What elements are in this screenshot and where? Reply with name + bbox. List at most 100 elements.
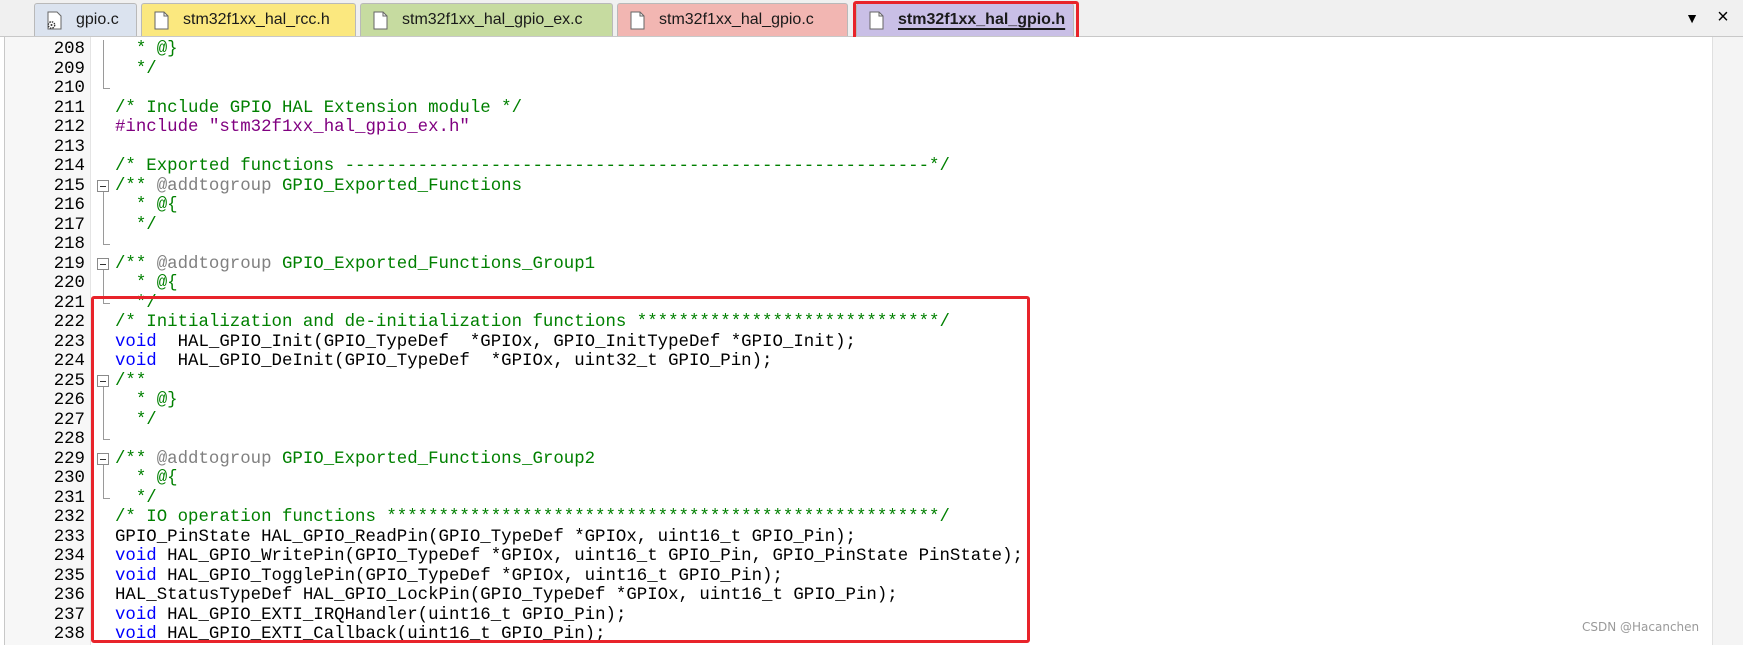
code-token: /* IO operation functions **************… <box>115 508 950 527</box>
code-text: */ <box>115 216 157 236</box>
line-number: 219 <box>53 254 85 274</box>
code-line[interactable]: 225 /** <box>5 372 1705 392</box>
code-text: void HAL_GPIO_DeInit(GPIO_TypeDef *GPIOx… <box>115 352 772 372</box>
code-line[interactable]: 227 */ <box>5 410 1705 430</box>
close-icon[interactable]: × <box>1712 6 1734 28</box>
code-line[interactable]: 220 * @{ <box>5 274 1705 294</box>
chevron-down-icon[interactable]: ▼ <box>1683 9 1701 27</box>
fold-end-guide <box>96 430 111 450</box>
fold-end-guide <box>96 488 111 509</box>
code-line[interactable]: 212 #include "stm32f1xx_hal_gpio_ex.h" <box>5 118 1705 138</box>
code-line[interactable]: 226 * @} <box>5 391 1705 411</box>
code-line[interactable]: 237 void HAL_GPIO_EXTI_IRQHandler(uint16_… <box>5 606 1705 626</box>
code-token: GPIO_Exported_Functions_Group2 <box>271 449 596 469</box>
line-number: 224 <box>53 352 85 371</box>
line-number: 230 <box>53 469 85 488</box>
code-token: @addtogroup <box>156 176 272 196</box>
code-token: @addtogroup <box>156 254 272 274</box>
code-text: /** @addtogroup GPIO_Exported_Functions_… <box>115 450 595 470</box>
code-line[interactable]: 235 void HAL_GPIO_TogglePin(GPIO_TypeDef … <box>5 567 1705 587</box>
line-number: 227 <box>53 410 85 430</box>
code-line[interactable]: 218 <box>5 235 1705 255</box>
code-line[interactable]: 230 * @{ <box>5 469 1705 489</box>
code-line[interactable]: 213 <box>5 138 1705 158</box>
code-line[interactable]: 215 /** @addtogroup GPIO_Exported_Functio… <box>5 177 1705 197</box>
file-icon <box>373 11 388 30</box>
code-text: /** @addtogroup GPIO_Exported_Functions <box>115 177 522 197</box>
line-number: 214 <box>53 157 85 176</box>
tab-stm32f1xx-hal-rcc-h[interactable]: stm32f1xx_hal_rcc.h <box>141 3 356 36</box>
code-text: HAL_StatusTypeDef HAL_GPIO_LockPin(GPIO_… <box>115 586 898 606</box>
fold-end-guide <box>96 79 111 99</box>
fold-toggle-icon[interactable] <box>96 372 111 392</box>
code-line[interactable]: 229 /** @addtogroup GPIO_Exported_Functio… <box>5 450 1705 470</box>
code-line[interactable]: 223 void HAL_GPIO_Init(GPIO_TypeDef *GPIO… <box>5 333 1705 353</box>
code-line[interactable]: 231 */ <box>5 488 1705 509</box>
code-text: */ <box>115 60 157 80</box>
fold-toggle-icon[interactable] <box>96 177 111 197</box>
line-number: 237 <box>53 605 85 625</box>
code-token: * @{ <box>115 196 178 215</box>
line-number: 225 <box>53 371 85 391</box>
code-line[interactable]: 232 /* IO operation functions ***********… <box>5 508 1705 528</box>
code-token: void <box>115 547 157 566</box>
tab-label: stm32f1xx_hal_gpio.h <box>898 11 1066 28</box>
code-line[interactable]: 210 <box>5 79 1705 99</box>
line-number: 208 <box>53 40 85 59</box>
code-token: GPIO_Exported_Functions <box>271 176 523 196</box>
code-line[interactable]: 234 void HAL_GPIO_WritePin(GPIO_TypeDef *… <box>5 547 1705 567</box>
code-token: */ <box>115 488 157 508</box>
code-line[interactable]: 219 /** @addtogroup GPIO_Exported_Functio… <box>5 255 1705 275</box>
code-token: void <box>115 352 157 371</box>
tab-label: stm32f1xx_hal_gpio.c <box>659 11 814 28</box>
line-number: 231 <box>53 488 85 508</box>
line-number: 218 <box>53 235 85 254</box>
fold-guide <box>96 196 111 216</box>
code-text: /* Exported functions ------------------… <box>115 157 950 177</box>
code-line[interactable]: 217 */ <box>5 215 1705 236</box>
code-line[interactable]: 224 void HAL_GPIO_DeInit(GPIO_TypeDef *GP… <box>5 352 1705 372</box>
file-icon <box>869 11 884 30</box>
code-line[interactable]: 236 HAL_StatusTypeDef HAL_GPIO_LockPin(GP… <box>5 586 1705 606</box>
code-line[interactable]: 209 */ <box>5 59 1705 80</box>
tab-label: stm32f1xx_hal_rcc.h <box>183 11 330 28</box>
code-line[interactable]: 228 <box>5 430 1705 450</box>
code-token: HAL_GPIO_EXTI_Callback(uint16_t GPIO_Pin… <box>156 625 606 644</box>
code-editor[interactable]: 208 * @} 209 */210 211/* Include GPIO HAL … <box>4 37 1712 645</box>
code-token: * @} <box>115 40 178 59</box>
code-token: void <box>115 625 157 644</box>
code-token: /** <box>115 449 157 469</box>
code-token: * @{ <box>115 274 178 293</box>
code-line[interactable]: 216 * @{ <box>5 196 1705 216</box>
line-number: 213 <box>53 137 85 157</box>
code-text: void HAL_GPIO_WritePin(GPIO_TypeDef *GPI… <box>115 547 1023 567</box>
line-number: 221 <box>53 293 85 313</box>
code-text: * @} <box>115 391 178 411</box>
code-line[interactable]: 214 /* Exported functions ---------------… <box>5 157 1705 177</box>
tab-gpio-c[interactable]: gpio.c <box>34 3 137 36</box>
vertical-scrollbar[interactable] <box>1712 37 1743 645</box>
code-line[interactable]: 222 /* Initialization and de-initializati… <box>5 313 1705 333</box>
code-token: */ <box>115 293 157 313</box>
fold-toggle-icon[interactable] <box>96 450 111 470</box>
line-number: 223 <box>53 332 85 352</box>
code-token: /** <box>115 371 147 391</box>
tab-stm32f1xx-hal-gpio-c[interactable]: stm32f1xx_hal_gpio.c <box>617 3 848 36</box>
fold-guide <box>96 410 111 430</box>
code-text: #include "stm32f1xx_hal_gpio_ex.h" <box>115 118 470 138</box>
code-token: HAL_GPIO_EXTI_IRQHandler(uint16_t GPIO_P… <box>156 605 627 625</box>
fold-toggle-icon[interactable] <box>96 255 111 275</box>
tab-stm32f1xx-hal-gpio-ex-c[interactable]: stm32f1xx_hal_gpio_ex.c <box>360 3 613 36</box>
tab-stm32f1xx-hal-gpio-h[interactable]: stm32f1xx_hal_gpio.h <box>856 3 1074 36</box>
fold-guide <box>96 274 111 294</box>
code-token: * @{ <box>115 469 178 488</box>
code-text: * @} <box>115 40 178 60</box>
code-line[interactable]: 238 void HAL_GPIO_EXTI_Callback(uint16_t … <box>5 625 1705 645</box>
code-line[interactable]: 211 /* Include GPIO HAL Extension module … <box>5 99 1705 119</box>
code-token: GPIO_Exported_Functions_Group1 <box>271 254 596 274</box>
code-line[interactable]: 208 * @} <box>5 40 1705 60</box>
code-line[interactable]: 233 GPIO_PinState HAL_GPIO_ReadPin(GPIO_T… <box>5 528 1705 548</box>
line-number: 236 <box>53 586 85 605</box>
code-line[interactable]: 221 */ <box>5 293 1705 314</box>
code-text: /* Include GPIO HAL Extension module */ <box>115 99 522 119</box>
